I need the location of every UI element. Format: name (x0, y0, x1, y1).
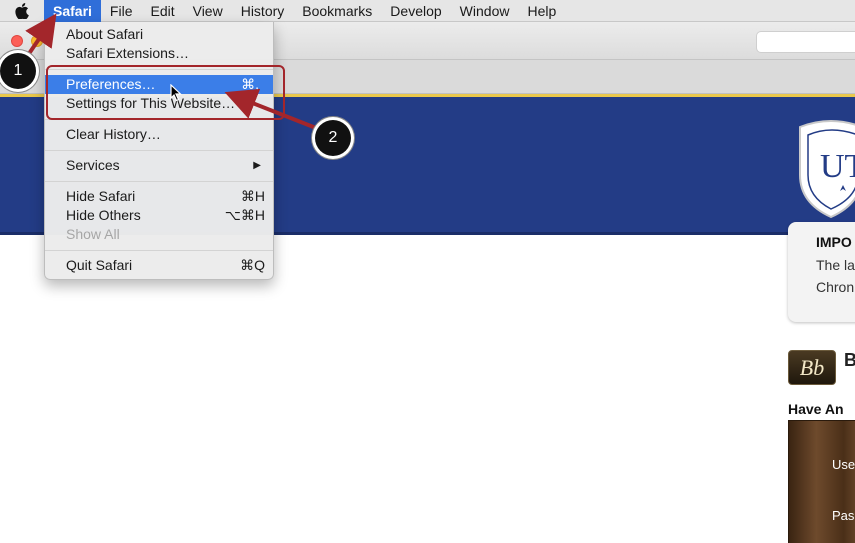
menu-edit[interactable]: Edit (141, 0, 183, 22)
menu-item-label: Hide Safari (66, 188, 136, 204)
minimize-window-button[interactable] (31, 35, 43, 47)
menu-bar: Safari File Edit View History Bookmarks … (0, 0, 855, 22)
mouse-cursor-icon (170, 84, 182, 102)
menu-window[interactable]: Window (451, 0, 519, 22)
menu-separator (45, 181, 273, 182)
safari-menu-dropdown: About Safari Safari Extensions… Preferen… (44, 22, 274, 280)
blackboard-title: B (844, 350, 855, 370)
shortcut-label: ⌥⌘H (224, 207, 265, 223)
password-label: Pas (832, 508, 855, 523)
notice-line: Chron (816, 279, 855, 295)
important-notice: IMPO The la Chron (788, 222, 855, 322)
step-badge-2: 2 (315, 120, 351, 156)
login-heading: Have An (788, 401, 844, 417)
shortcut-label: ⌘Q (240, 257, 265, 273)
notice-title: IMPO (816, 234, 852, 250)
menu-item-label: Services (66, 157, 120, 173)
address-bar[interactable] (756, 31, 855, 53)
menu-item-services[interactable]: Services ▶ (45, 156, 273, 175)
logo-text: UT (820, 148, 855, 185)
menu-item-label: Quit Safari (66, 257, 133, 273)
menu-item-label: Hide Others (66, 207, 141, 223)
university-shield-logo: UT (799, 120, 855, 219)
menu-item-hide-safari[interactable]: Hide Safari ⌘H (45, 187, 273, 206)
menu-file[interactable]: File (101, 0, 142, 22)
menu-develop[interactable]: Develop (381, 0, 450, 22)
highlight-box (46, 65, 285, 120)
login-panel (788, 420, 855, 543)
menu-item-hide-others[interactable]: Hide Others ⌥⌘H (45, 206, 273, 225)
blackboard-logo: Bb (788, 350, 836, 385)
menu-item-quit-safari[interactable]: Quit Safari ⌘Q (45, 256, 273, 275)
menu-item-clear-history[interactable]: Clear History… (45, 125, 273, 144)
menu-bookmarks[interactable]: Bookmarks (293, 0, 381, 22)
menu-separator (45, 150, 273, 151)
menu-item-safari-extensions[interactable]: Safari Extensions… (45, 44, 273, 63)
apple-logo-icon[interactable] (0, 0, 44, 22)
screen: Safari File Edit View History Bookmarks … (0, 0, 855, 543)
menu-item-about-safari[interactable]: About Safari (45, 25, 273, 44)
menu-history[interactable]: History (232, 0, 294, 22)
menu-item-show-all: Show All (66, 226, 120, 242)
menu-help[interactable]: Help (518, 0, 565, 22)
step-badge-1: 1 (0, 53, 36, 89)
notice-line: The la (816, 257, 855, 273)
close-window-button[interactable] (11, 35, 23, 47)
menu-safari[interactable]: Safari (44, 0, 101, 22)
menu-view[interactable]: View (184, 0, 232, 22)
shortcut-label: ⌘H (240, 188, 265, 204)
submenu-arrow-icon: ▶ (253, 160, 261, 171)
menu-separator (45, 250, 273, 251)
username-label: Use (832, 457, 855, 472)
